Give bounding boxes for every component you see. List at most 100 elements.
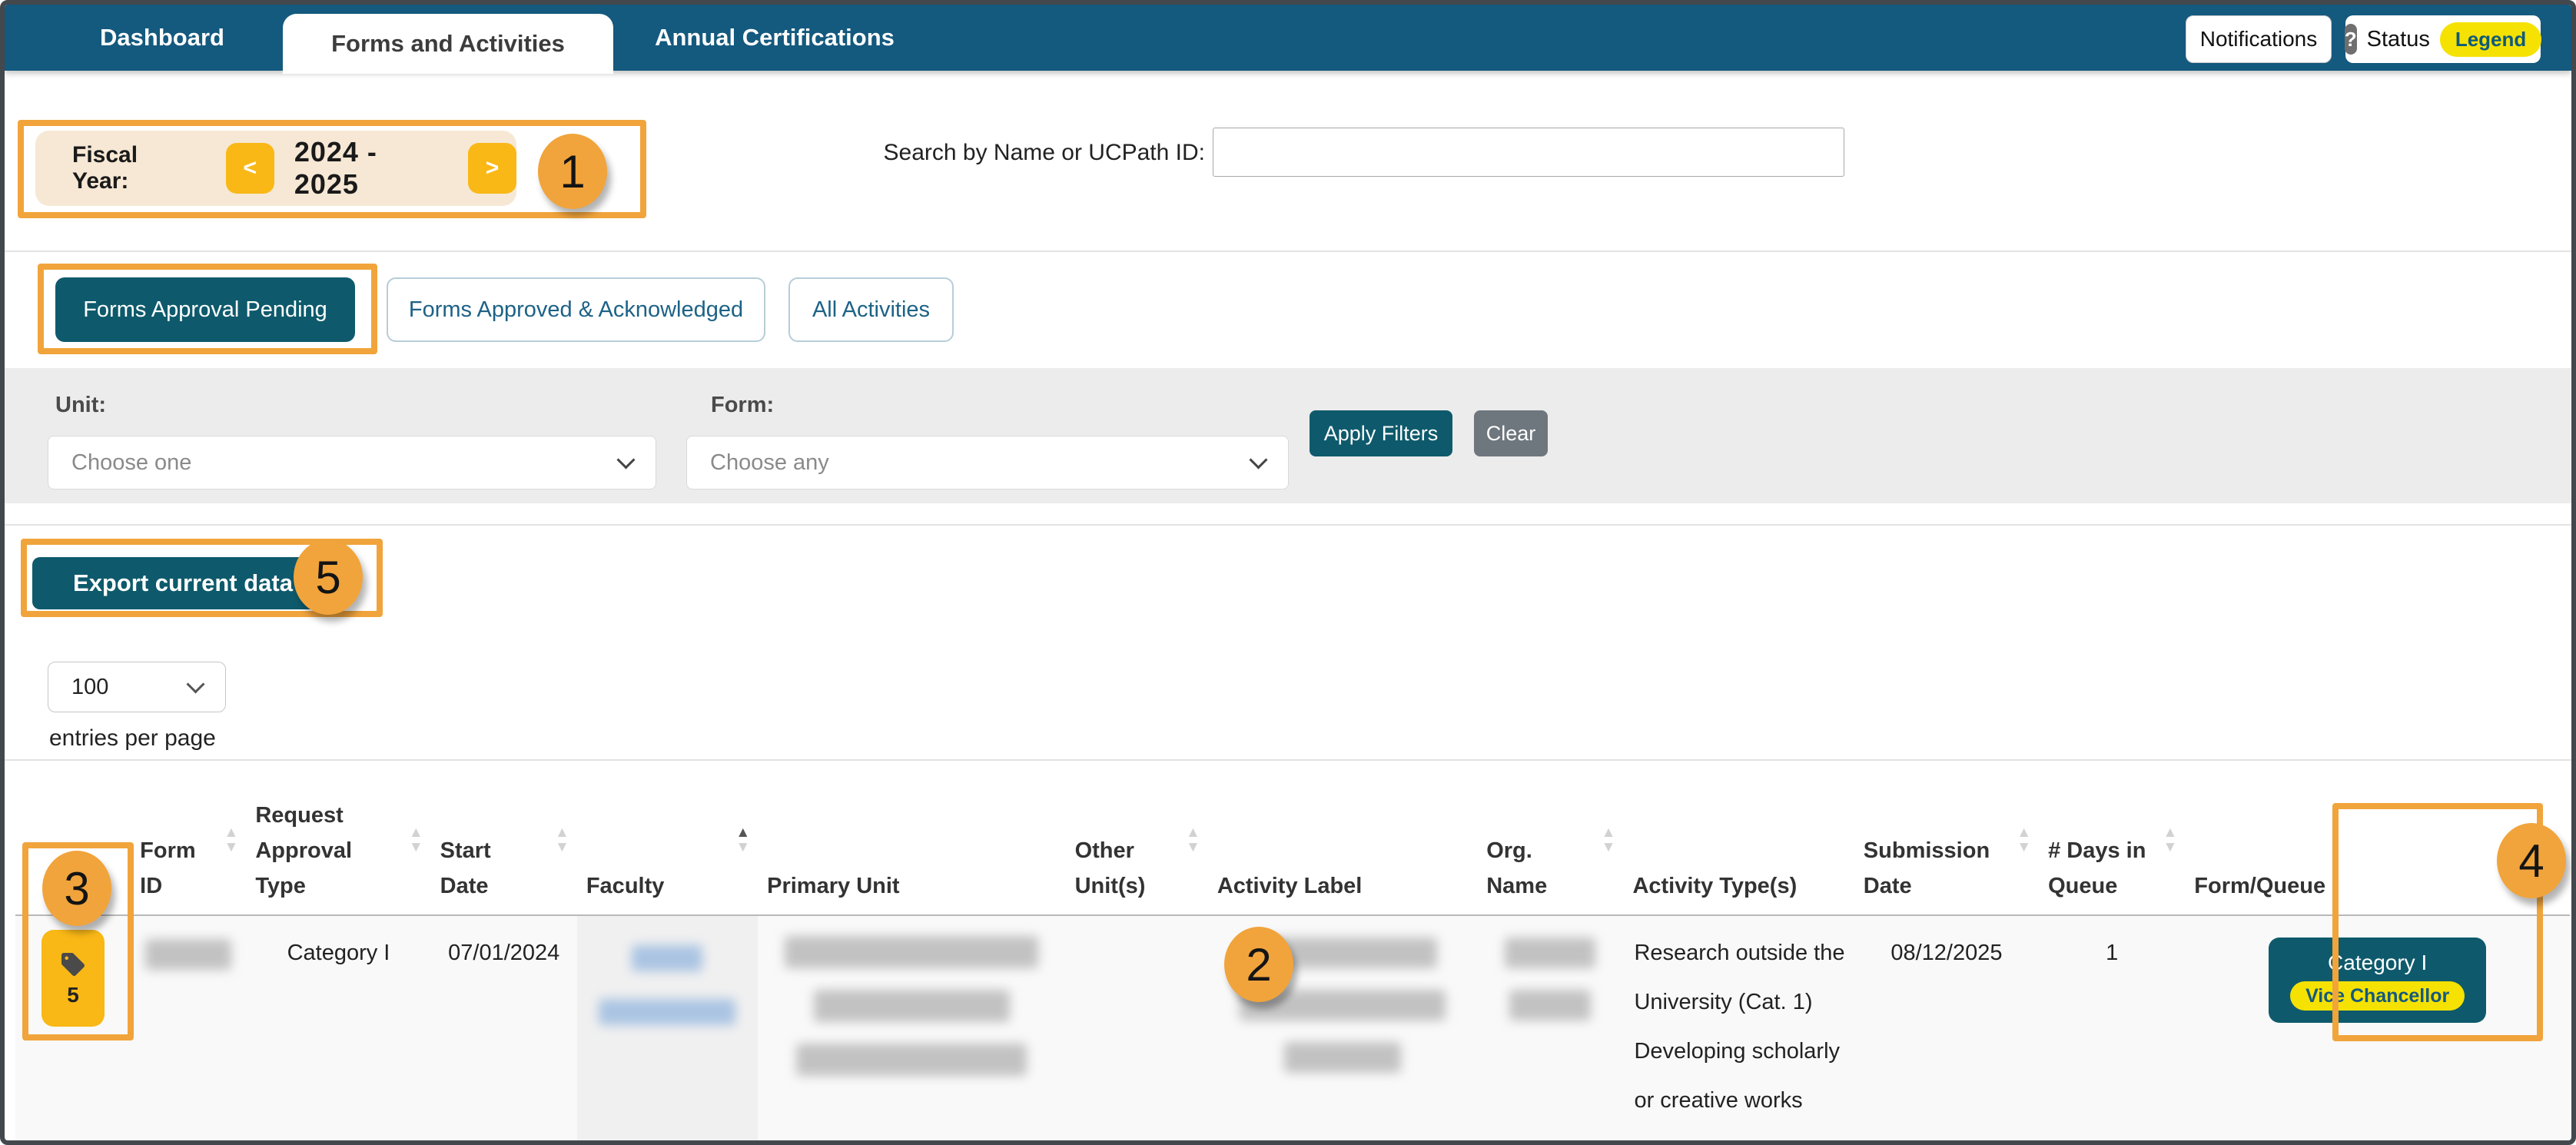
tab-forms-approval-pending[interactable]: Forms Approval Pending — [55, 277, 355, 342]
form-queue-stage-pill: Vice Chancellor — [2290, 981, 2465, 1011]
sort-icons: ▲ ▼ — [555, 825, 569, 855]
form-select-value: Choose any — [710, 450, 829, 476]
column-label: Form ID — [140, 838, 196, 898]
redacted-faculty-link[interactable] — [599, 999, 735, 1025]
column-header-faculty[interactable]: Faculty ▲ ▼ — [577, 772, 758, 915]
activity-types-cell: Research outside the University (Cat. 1)… — [1623, 915, 1854, 1145]
table-header-row: Form ID ▲ ▼ Request Approval Type ▲ ▼ St… — [15, 772, 2570, 915]
org-name-cell — [1477, 915, 1623, 1145]
tab-all-activities[interactable]: All Activities — [788, 277, 954, 342]
unit-filter-label: Unit: — [55, 393, 106, 418]
search-label: Search by Name or UCPath ID: — [850, 140, 1205, 166]
days-in-queue-cell: 1 — [2039, 915, 2185, 1145]
sort-desc-icon: ▼ — [1602, 840, 1616, 855]
column-label: Submission Date — [1864, 838, 1990, 898]
column-header-org-name[interactable]: Org. Name ▲ ▼ — [1477, 772, 1623, 915]
redacted-primary-unit — [796, 1044, 1027, 1076]
column-header-other-units[interactable]: Other Unit(s) ▲ ▼ — [1066, 772, 1208, 915]
redacted-activity-label — [1249, 938, 1437, 968]
search-input[interactable] — [1213, 128, 1844, 177]
other-units-cell — [1066, 915, 1208, 1145]
section-divider — [5, 524, 2571, 526]
column-label: Faculty — [586, 874, 665, 898]
top-navbar: Dashboard Forms and Activities Annual Ce… — [5, 5, 2571, 71]
fiscal-year-selector: Fiscal Year: < 2024 - 2025 > — [35, 131, 516, 206]
sort-icons: ▲ ▼ — [735, 825, 750, 855]
status-legend-button[interactable]: ? Status Legend — [2345, 15, 2541, 63]
request-approval-type-cell: Category I — [246, 915, 430, 1145]
column-label: Org. Name — [1486, 838, 1547, 898]
form-queue-badge[interactable]: Category I Vice Chancellor — [2269, 938, 2486, 1023]
sort-icons: ▲ ▼ — [224, 825, 239, 855]
tag-icon — [59, 951, 87, 978]
tags-button[interactable]: 5 — [41, 930, 105, 1027]
nav-tab-dashboard[interactable]: Dashboard — [74, 5, 251, 71]
form-queue-cell: Category I Vice Chancellor — [2185, 915, 2570, 1145]
help-icon: ? — [2345, 24, 2357, 55]
chevron-down-icon — [616, 450, 635, 469]
column-header-form-queue: Form/Queue — [2185, 772, 2570, 915]
start-date-cell: 07/01/2024 — [431, 915, 577, 1145]
column-header-primary-unit: Primary Unit — [758, 772, 1065, 915]
redacted-org-name — [1509, 990, 1591, 1021]
nav-tab-annual-certifications[interactable]: Annual Certifications — [629, 5, 921, 71]
sort-asc-icon: ▲ — [1602, 825, 1616, 840]
sort-desc-icon: ▼ — [735, 840, 750, 855]
notifications-button[interactable]: Notifications — [2186, 15, 2332, 63]
faculty-cell — [577, 915, 758, 1145]
sort-desc-icon: ▼ — [2017, 840, 2031, 855]
form-filter-label: Form: — [711, 393, 774, 418]
redacted-faculty-link[interactable] — [632, 945, 702, 971]
redacted-primary-unit — [785, 936, 1038, 968]
activity-label-cell — [1208, 915, 1477, 1145]
form-id-cell — [131, 915, 246, 1145]
sort-desc-icon: ▼ — [1186, 840, 1200, 855]
fiscal-year-label: Fiscal Year: — [72, 142, 198, 194]
tag-count: 5 — [67, 984, 79, 1006]
sort-icons: ▲ ▼ — [1602, 825, 1616, 855]
column-label: Request Approval Type — [255, 803, 352, 898]
tab-forms-approved-acknowledged[interactable]: Forms Approved & Acknowledged — [387, 277, 765, 342]
column-header-submission-date[interactable]: Submission Date ▲ ▼ — [1854, 772, 2039, 915]
annotation-number-1: 1 — [538, 134, 607, 209]
column-label: Start Date — [440, 838, 491, 898]
column-header-request-approval-type[interactable]: Request Approval Type ▲ ▼ — [246, 772, 430, 915]
fiscal-year-prev-button[interactable]: < — [226, 143, 274, 194]
sort-asc-icon: ▲ — [735, 825, 750, 840]
apply-filters-button[interactable]: Apply Filters — [1310, 410, 1452, 456]
sort-icons: ▲ ▼ — [409, 825, 423, 855]
redacted-org-name — [1505, 938, 1595, 968]
sort-asc-icon: ▲ — [555, 825, 569, 840]
column-header-form-id[interactable]: Form ID ▲ ▼ — [131, 772, 246, 915]
forms-table: Form ID ▲ ▼ Request Approval Type ▲ ▼ St… — [15, 772, 2570, 1145]
clear-filters-button[interactable]: Clear — [1474, 410, 1548, 456]
app-window: Dashboard Forms and Activities Annual Ce… — [0, 0, 2576, 1145]
unit-select[interactable]: Choose one — [48, 436, 656, 490]
redacted-primary-unit — [814, 990, 1010, 1022]
form-queue-category: Category I — [2328, 950, 2427, 976]
fiscal-year-value: 2024 - 2025 — [294, 136, 448, 201]
sort-asc-icon: ▲ — [2017, 825, 2031, 840]
sort-asc-icon: ▲ — [409, 825, 423, 840]
status-label: Status — [2367, 27, 2430, 52]
nav-tab-forms-and-activities[interactable]: Forms and Activities — [283, 14, 613, 74]
redacted-activity-label — [1240, 990, 1446, 1021]
column-header-days-in-queue[interactable]: # Days in Queue ▲ ▼ — [2039, 772, 2185, 915]
filter-bar: Unit: Choose one Form: Choose any Apply … — [5, 368, 2571, 503]
column-header-start-date[interactable]: Start Date ▲ ▼ — [431, 772, 577, 915]
table-top-divider — [5, 759, 2571, 761]
section-divider — [5, 251, 2571, 252]
column-label: Other Unit(s) — [1075, 838, 1146, 898]
page-size-select[interactable]: 100 — [48, 662, 226, 712]
sort-desc-icon: ▼ — [409, 840, 423, 855]
sort-desc-icon: ▼ — [555, 840, 569, 855]
form-select[interactable]: Choose any — [686, 436, 1289, 490]
column-header-tags — [15, 772, 131, 915]
fiscal-year-next-button[interactable]: > — [468, 143, 516, 194]
unit-select-value: Choose one — [71, 450, 191, 476]
legend-pill: Legend — [2440, 22, 2541, 57]
sort-icons: ▲ ▼ — [2017, 825, 2031, 855]
export-current-data-button[interactable]: Export current data — [32, 557, 334, 609]
redacted-form-id — [145, 939, 231, 970]
sort-icons: ▲ ▼ — [2163, 825, 2177, 855]
